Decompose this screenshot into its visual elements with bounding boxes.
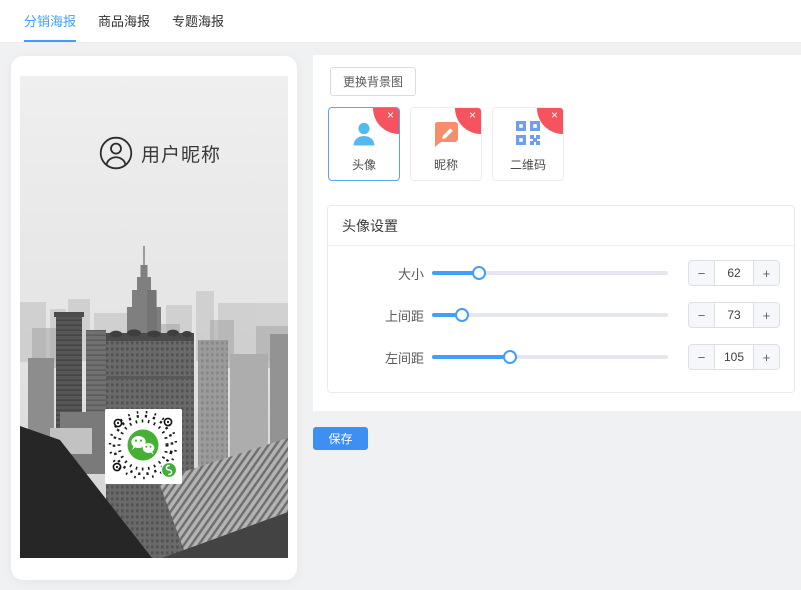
close-icon: × [469, 109, 476, 122]
close-icon: × [387, 109, 394, 122]
size-slider-knob[interactable] [472, 266, 486, 280]
avatar-person-icon [349, 119, 379, 154]
element-card-nickname[interactable]: 昵称 × [410, 107, 482, 181]
qrcode-icon [514, 119, 542, 152]
left-margin-increase-button[interactable]: + [753, 345, 779, 369]
top-margin-value-input[interactable]: 73 [715, 303, 753, 327]
size-slider[interactable] [432, 271, 668, 275]
size-stepper: − 62 + [688, 260, 780, 286]
top-margin-slider-knob[interactable] [455, 308, 469, 322]
left-margin-stepper: − 105 + [688, 344, 780, 370]
close-icon: × [551, 109, 558, 122]
left-margin-slider[interactable] [432, 355, 668, 359]
left-margin-value-input[interactable]: 105 [715, 345, 753, 369]
editor-panel: 更换背景图 头像 × 昵称 × [313, 55, 801, 411]
left-margin-slider-fill [432, 355, 510, 359]
size-value-input[interactable]: 62 [715, 261, 753, 285]
left-margin-decrease-button[interactable]: − [689, 345, 715, 369]
top-margin-stepper: − 73 + [688, 302, 780, 328]
size-label: 大小 [328, 264, 424, 283]
save-button[interactable]: 保存 [313, 427, 368, 450]
left-margin-label: 左间距 [328, 348, 424, 367]
size-slider-row: 大小 − 62 + [328, 252, 794, 294]
nickname-edit-icon [431, 119, 461, 154]
tab-bar: 分销海报 商品海报 专题海报 [0, 0, 801, 43]
top-margin-slider[interactable] [432, 313, 668, 317]
tab-topic-poster[interactable]: 专题海报 [172, 0, 224, 42]
element-card-label: 昵称 [434, 156, 458, 173]
poster-nickname-text: 用户昵称 [141, 140, 221, 167]
top-margin-label: 上间距 [328, 306, 424, 325]
change-background-button[interactable]: 更换背景图 [330, 67, 416, 96]
element-card-avatar[interactable]: 头像 × [328, 107, 400, 181]
poster-elements-row: 头像 × 昵称 × [328, 107, 564, 181]
poster-qrcode-element[interactable] [105, 409, 182, 484]
top-margin-increase-button[interactable]: + [753, 303, 779, 327]
size-increase-button[interactable]: + [753, 261, 779, 285]
poster-stage: 用户昵称 [20, 76, 288, 558]
avatar-settings-panel: 头像设置 大小 − 62 + 上间距 [327, 205, 795, 393]
size-decrease-button[interactable]: − [689, 261, 715, 285]
tab-distribution-poster[interactable]: 分销海报 [24, 0, 76, 42]
element-card-label: 头像 [352, 156, 376, 173]
avatar-placeholder-icon [99, 136, 133, 170]
wechat-miniprogram-qr-icon [105, 409, 182, 484]
poster-preview-card: 用户昵称 [11, 56, 297, 580]
poster-avatar-element[interactable]: 用户昵称 [99, 136, 221, 170]
element-card-qrcode[interactable]: 二维码 × [492, 107, 564, 181]
left-margin-slider-knob[interactable] [503, 350, 517, 364]
left-margin-slider-row: 左间距 − 105 + [328, 336, 794, 378]
element-card-label: 二维码 [510, 156, 546, 173]
avatar-settings-title: 头像设置 [328, 206, 794, 246]
top-margin-slider-row: 上间距 − 73 + [328, 294, 794, 336]
top-margin-decrease-button[interactable]: − [689, 303, 715, 327]
tab-product-poster[interactable]: 商品海报 [98, 0, 150, 42]
